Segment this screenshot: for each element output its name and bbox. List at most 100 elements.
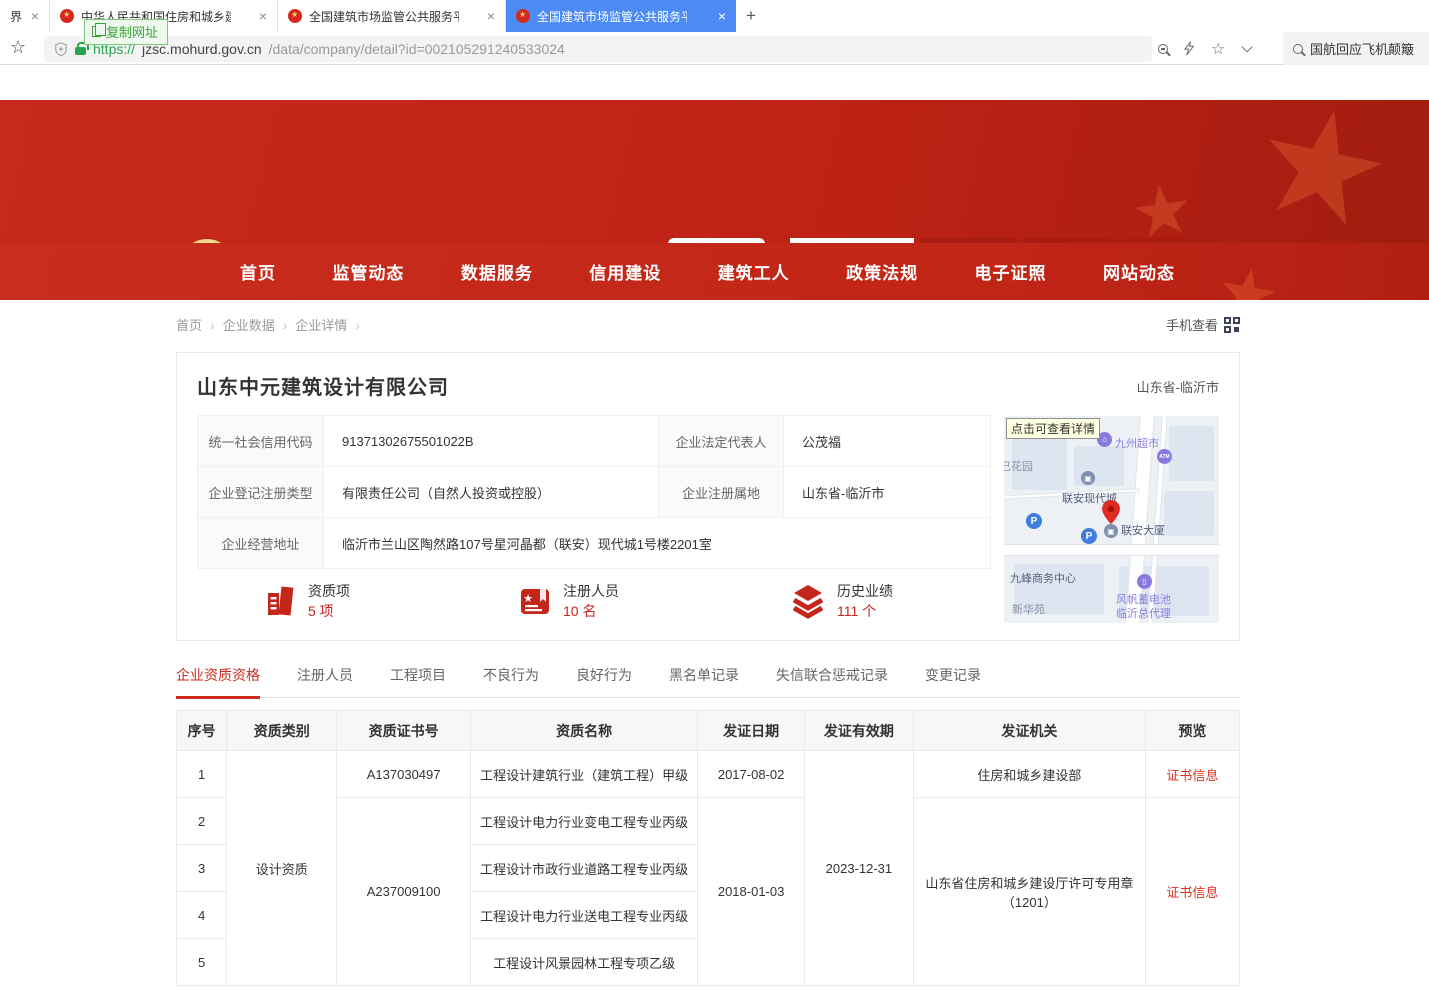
tab-title: 界 [10,8,22,25]
breadcrumb-company-detail[interactable]: 企业详情 [295,315,347,334]
toolbar-icons: ☆ [1158,32,1249,65]
map-label: 联安大厦 [1121,522,1165,538]
issue-date-cell: 2018-01-03 [698,798,804,986]
search-category-tabs: 建设工程企业 从业人员 建设项目 诚信记录 [790,238,1238,243]
breadcrumb-company-data[interactable]: 企业数据 [223,315,275,334]
new-tab-button[interactable]: + [736,0,766,32]
qr-code [668,238,765,243]
zoom-out-icon[interactable] [1158,44,1168,54]
browser-tab-active[interactable]: 全国建筑市场监管公共服务平台 × [506,0,736,32]
col-authority: 发证机关 [914,711,1146,751]
tab-registered-personnel[interactable]: 注册人员 [297,665,353,697]
qual-name-cell: 工程设计建筑行业（建筑工程）甲级 [470,751,698,798]
tab-change-records[interactable]: 变更记录 [925,665,981,697]
parking-icon: P [1081,528,1097,544]
stat-value: 111 个 [837,601,893,621]
search-tab-personnel[interactable]: 从业人员 [921,238,1015,243]
nav-item-certificate[interactable]: 电子证照 [975,259,1047,284]
search-tab-project[interactable]: 建设项目 [1022,238,1116,243]
nav-item-site-news[interactable]: 网站动态 [1103,259,1175,284]
seq-cell: 3 [177,845,227,892]
svg-text:★: ★ [523,593,533,605]
breadcrumb-separator: › [283,317,288,333]
col-valid-until: 发证有效期 [804,711,913,751]
map-label: 九峰商务中心 [1010,570,1076,586]
location-map[interactable]: 点击可查看详情 ⌂ 九州超市 ATM 己花园 ▣ 联安现代城 ▣ 联安大厦 P … [1004,416,1219,623]
tab-bad-behavior[interactable]: 不良行为 [483,665,539,697]
col-issue-date: 发证日期 [698,711,804,751]
breadcrumb-separator: › [210,317,215,333]
tab-blacklist[interactable]: 黑名单记录 [669,665,739,697]
quick-search-text: 国航回应飞机颠簸 [1310,39,1414,58]
legal-representative-value: 公茂福 [784,416,991,467]
address-field[interactable]: https://jzsc.mohurd.gov.cn/data/company/… [44,36,1152,62]
field-label: 企业登记注册类型 [198,467,324,518]
mobile-view-link[interactable]: 手机查看 [1140,315,1240,334]
site-header: ★ ★ 中华人民共和国住房和城乡建设部 www.mohurd.gov.cn 全国… [0,100,1429,243]
col-category: 资质类别 [227,711,337,751]
close-icon[interactable]: × [259,8,267,24]
browser-tab-2[interactable]: 全国建筑市场监管公共服务平台 × [278,0,506,32]
site-favicon-icon [516,9,530,23]
flag-star-decoration: ★ [1238,100,1406,243]
location-pin-icon [1102,500,1120,525]
tooltip-text: 复制网址 [106,22,158,41]
seq-cell: 4 [177,892,227,939]
quick-search-box[interactable]: 国航回应飞机颠簸 [1283,32,1429,65]
building-icon [262,583,298,619]
qual-name-cell: 工程设计市政行业道路工程专业丙级 [470,845,698,892]
stat-qualifications[interactable]: 资质项 5 项 [262,581,350,621]
cert-no-cell: A137030497 [337,751,470,798]
credit-code-value: 91371302675501022B [324,416,659,467]
field-label: 企业经营地址 [198,518,324,569]
certificate-info-link[interactable]: 证书信息 [1166,885,1218,900]
tab-good-behavior[interactable]: 良好行为 [576,665,632,697]
col-qual-name: 资质名称 [470,711,698,751]
stat-value: 10 名 [563,601,619,621]
building-marker-icon: ▣ [1104,524,1118,538]
layers-icon [789,583,827,619]
stat-registered-personnel[interactable]: ★ 注册人员 10 名 [517,581,619,621]
company-detail-tabs: 企业资质资格 注册人员 工程项目 不良行为 良好行为 黑名单记录 失信联合惩戒记… [176,665,1240,698]
bookmark-star-icon[interactable]: ☆ [10,37,26,58]
browser-url-bar: ☆ https://jzsc.mohurd.gov.cn/data/compan… [0,32,1429,65]
breadcrumb-home[interactable]: 首页 [176,315,202,334]
nav-item-supervision[interactable]: 监管动态 [332,259,404,284]
close-icon[interactable]: × [31,8,39,24]
nav-item-policy[interactable]: 政策法规 [846,259,918,284]
close-icon[interactable]: × [487,8,495,24]
tab-qualifications[interactable]: 企业资质资格 [176,665,260,699]
nav-item-home[interactable]: 首页 [240,259,276,284]
site-favicon-icon [288,9,302,23]
lightning-icon[interactable] [1184,41,1195,56]
tab-projects[interactable]: 工程项目 [390,665,446,697]
certificate-info-link[interactable]: 证书信息 [1166,768,1218,783]
map-tooltip[interactable]: 点击可查看详情 [1006,418,1100,439]
authority-cell: 山东省住房和城乡建设厅许可专用章（1201） [914,798,1146,986]
chevron-down-icon[interactable] [1242,41,1253,52]
search-tab-credit[interactable]: 诚信记录 [1123,238,1217,243]
building-marker-icon: ▣ [1081,471,1095,485]
nav-item-data-service[interactable]: 数据服务 [461,259,533,284]
tab-dishonesty-records[interactable]: 失信联合惩戒记录 [776,665,888,697]
main-navigation: ★ 首页 监管动态 数据服务 信用建设 建筑工人 政策法规 电子证照 网站动态 [0,243,1429,300]
breadcrumb-separator: › [355,317,360,333]
col-seq: 序号 [177,711,227,751]
header-search-module: 建设工程企业 从业人员 建设项目 诚信记录 搜索 [790,238,1238,243]
issue-date-cell: 2017-08-02 [698,751,804,798]
nav-item-credit[interactable]: 信用建设 [589,259,661,284]
favorite-star-icon[interactable]: ☆ [1211,39,1225,59]
qual-name-cell: 工程设计风景园林工程专项乙级 [470,939,698,986]
close-icon[interactable]: × [718,8,726,24]
site-favicon-icon [60,9,74,23]
cert-no-cell: A237009100 [337,798,470,986]
stat-history-performance[interactable]: 历史业绩 111 个 [789,581,893,621]
search-tab-enterprise[interactable]: 建设工程企业 [790,238,914,243]
shield-icon[interactable] [54,42,68,57]
field-label: 企业法定代表人 [659,416,784,467]
flag-star-decoration: ★ [1210,248,1286,300]
nav-item-workers[interactable]: 建筑工人 [718,259,790,284]
seq-cell: 1 [177,751,227,798]
valid-until-cell: 2023-12-31 [804,751,913,986]
browser-tab-0[interactable]: 界 × [0,0,50,32]
